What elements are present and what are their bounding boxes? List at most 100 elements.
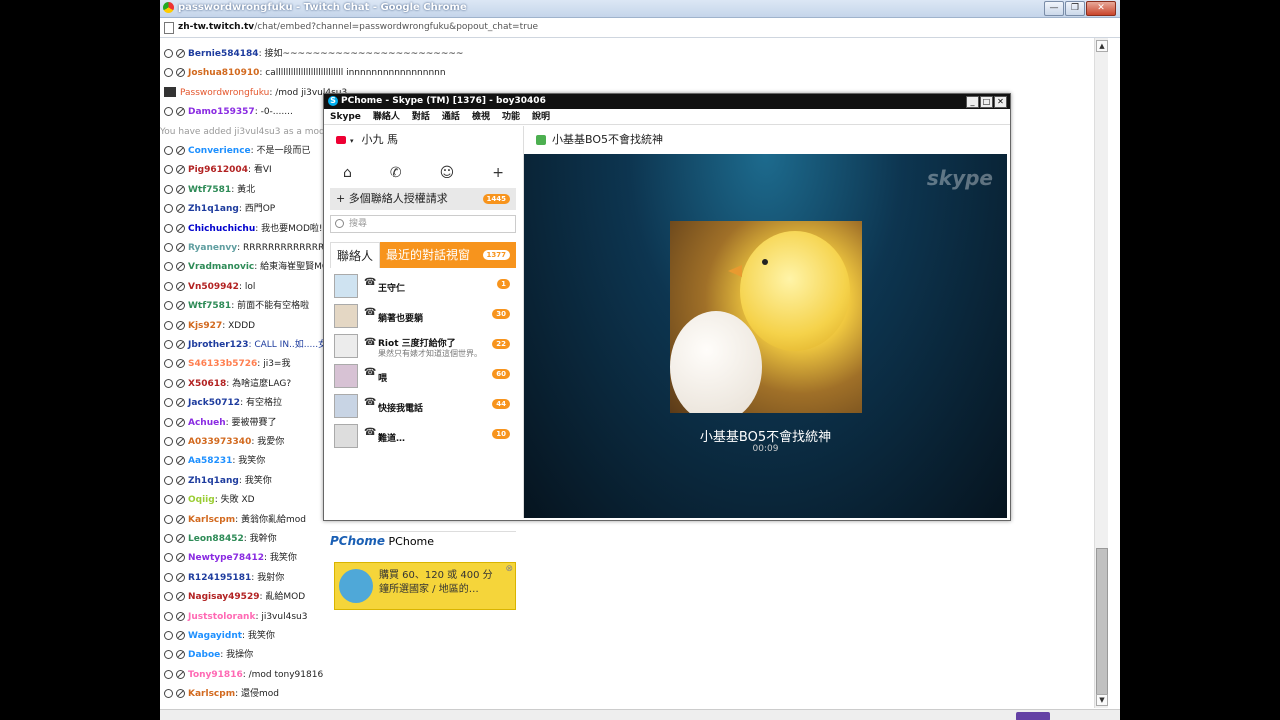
timeout-clock-icon[interactable] xyxy=(164,417,173,427)
chat-username[interactable]: Damo159357 xyxy=(188,107,255,117)
ban-icon[interactable] xyxy=(176,514,185,524)
ad-close-icon[interactable]: ⊗ xyxy=(505,564,513,574)
chat-username[interactable]: Vradmanovic xyxy=(188,262,254,272)
pchome-bar[interactable]: PChome PChome xyxy=(330,531,516,550)
timeout-clock-icon[interactable] xyxy=(164,165,173,175)
contact-row[interactable]: ☎ 難道… 10 xyxy=(330,421,516,451)
chat-username[interactable]: Chichuchichu xyxy=(188,224,255,234)
ban-icon[interactable] xyxy=(176,301,185,311)
ban-icon[interactable] xyxy=(176,572,185,582)
timeout-clock-icon[interactable] xyxy=(164,146,173,155)
chat-username[interactable]: Converience xyxy=(188,146,251,156)
timeout-clock-icon[interactable] xyxy=(164,611,173,621)
tab-recent[interactable]: 最近的對話視窗 1377 xyxy=(380,242,516,268)
ban-icon[interactable] xyxy=(176,204,185,214)
phone-icon[interactable]: ✆ xyxy=(390,165,402,181)
timeout-clock-icon[interactable] xyxy=(164,689,173,699)
chat-username[interactable]: Karlscpm xyxy=(188,689,235,699)
timeout-clock-icon[interactable] xyxy=(164,378,173,388)
menu-call[interactable]: 通話 xyxy=(442,109,460,124)
timeout-clock-icon[interactable] xyxy=(164,204,173,214)
address-bar[interactable]: zh-tw.twitch.tv/chat/embed?channel=passw… xyxy=(160,18,1120,38)
contact-row[interactable]: ☎ 王守仁 1 xyxy=(330,271,516,301)
ban-icon[interactable] xyxy=(176,68,185,78)
timeout-clock-icon[interactable] xyxy=(164,301,173,311)
chat-scrollbar[interactable]: ▲ ▼ xyxy=(1094,38,1108,708)
chat-username[interactable]: Newtype78412 xyxy=(188,553,264,563)
ban-icon[interactable] xyxy=(176,281,185,291)
timeout-clock-icon[interactable] xyxy=(164,572,173,582)
chat-username[interactable]: Ryanenvy xyxy=(188,243,237,253)
contact-row[interactable]: ☎ 快接我電話 44 xyxy=(330,391,516,421)
chat-username[interactable]: R124195181 xyxy=(188,573,251,583)
ban-icon[interactable] xyxy=(176,107,185,117)
contact-row[interactable]: ☎ 喂 60 xyxy=(330,361,516,391)
ban-icon[interactable] xyxy=(176,340,185,349)
url-text[interactable]: zh-tw.twitch.tv/chat/embed?channel=passw… xyxy=(178,22,538,32)
home-icon[interactable]: ⌂ xyxy=(343,165,352,181)
timeout-clock-icon[interactable] xyxy=(164,49,173,58)
chat-username[interactable]: Leon88452 xyxy=(188,534,244,544)
ban-icon[interactable] xyxy=(176,49,185,58)
ban-icon[interactable] xyxy=(176,650,185,660)
contact-row[interactable]: ☎ Riot 三度打給你了 果然只有婊才知道這個世界。 22 xyxy=(330,331,516,361)
ban-icon[interactable] xyxy=(176,495,185,505)
scroll-up-arrow-icon[interactable]: ▲ xyxy=(1096,40,1108,52)
ban-icon[interactable] xyxy=(176,359,185,369)
menu-view[interactable]: 檢視 xyxy=(472,109,490,124)
ban-icon[interactable] xyxy=(176,320,185,330)
timeout-clock-icon[interactable] xyxy=(164,475,173,485)
timeout-clock-icon[interactable] xyxy=(164,631,173,640)
ad-banner[interactable]: 購買 60、120 或 400 分鐘所選國家 / 地區的… ⊗ xyxy=(334,562,516,610)
timeout-clock-icon[interactable] xyxy=(164,320,173,330)
chat-username[interactable]: Aa58231 xyxy=(188,456,232,466)
chat-username[interactable]: Daboe xyxy=(188,650,220,660)
ban-icon[interactable] xyxy=(176,262,185,272)
ban-icon[interactable] xyxy=(176,689,185,699)
timeout-clock-icon[interactable] xyxy=(164,223,173,233)
timeout-clock-icon[interactable] xyxy=(164,495,173,505)
ban-icon[interactable] xyxy=(176,611,185,621)
chat-username[interactable]: Wtf7581 xyxy=(188,185,231,195)
chat-username[interactable]: Passwordwrongfuku xyxy=(180,88,269,98)
menu-tools[interactable]: 功能 xyxy=(502,109,520,124)
chat-username[interactable]: Zh1q1ang xyxy=(188,204,239,214)
chat-username[interactable]: Juststolorank xyxy=(188,612,255,622)
add-contact-icon[interactable]: + xyxy=(492,165,504,181)
ban-icon[interactable] xyxy=(176,475,185,485)
timeout-clock-icon[interactable] xyxy=(164,262,173,272)
timeout-clock-icon[interactable] xyxy=(164,553,173,563)
chat-username[interactable]: Karlscpm xyxy=(188,515,235,525)
skype-close-button[interactable]: ✕ xyxy=(994,96,1007,108)
ban-icon[interactable] xyxy=(176,223,185,233)
chat-username[interactable]: Zh1q1ang xyxy=(188,476,239,486)
ban-icon[interactable] xyxy=(176,669,185,679)
timeout-clock-icon[interactable] xyxy=(164,534,173,543)
chat-input-bar[interactable] xyxy=(160,709,1120,720)
chat-username[interactable]: Jbrother123 xyxy=(188,340,248,350)
timeout-clock-icon[interactable] xyxy=(164,514,173,524)
chat-username[interactable]: S46133b5726 xyxy=(188,359,257,369)
timeout-clock-icon[interactable] xyxy=(164,592,173,602)
menu-conversations[interactable]: 對話 xyxy=(412,109,430,124)
ban-icon[interactable] xyxy=(176,631,185,640)
ban-icon[interactable] xyxy=(176,553,185,563)
close-button[interactable]: ✕ xyxy=(1086,1,1116,16)
timeout-clock-icon[interactable] xyxy=(164,68,173,78)
chat-username[interactable]: Jack50712 xyxy=(188,398,240,408)
profile-status[interactable]: ▾ 小九 馬 xyxy=(336,132,398,149)
minimize-button[interactable]: — xyxy=(1044,1,1064,16)
chat-username[interactable]: Bernie584184 xyxy=(188,49,259,59)
contacts-icon[interactable]: ☺ xyxy=(440,165,455,181)
scroll-thumb[interactable] xyxy=(1096,548,1108,696)
chat-username[interactable]: Kjs927 xyxy=(188,321,222,331)
chat-username[interactable]: Wtf7581 xyxy=(188,301,231,311)
ban-icon[interactable] xyxy=(176,146,185,155)
ban-icon[interactable] xyxy=(176,592,185,602)
ban-icon[interactable] xyxy=(176,398,185,408)
timeout-clock-icon[interactable] xyxy=(164,437,173,446)
contact-row[interactable]: ☎ 躺著也要躺 30 xyxy=(330,301,516,331)
timeout-clock-icon[interactable] xyxy=(164,281,173,291)
timeout-clock-icon[interactable] xyxy=(164,243,173,252)
chat-username[interactable]: Joshua810910 xyxy=(188,68,259,78)
